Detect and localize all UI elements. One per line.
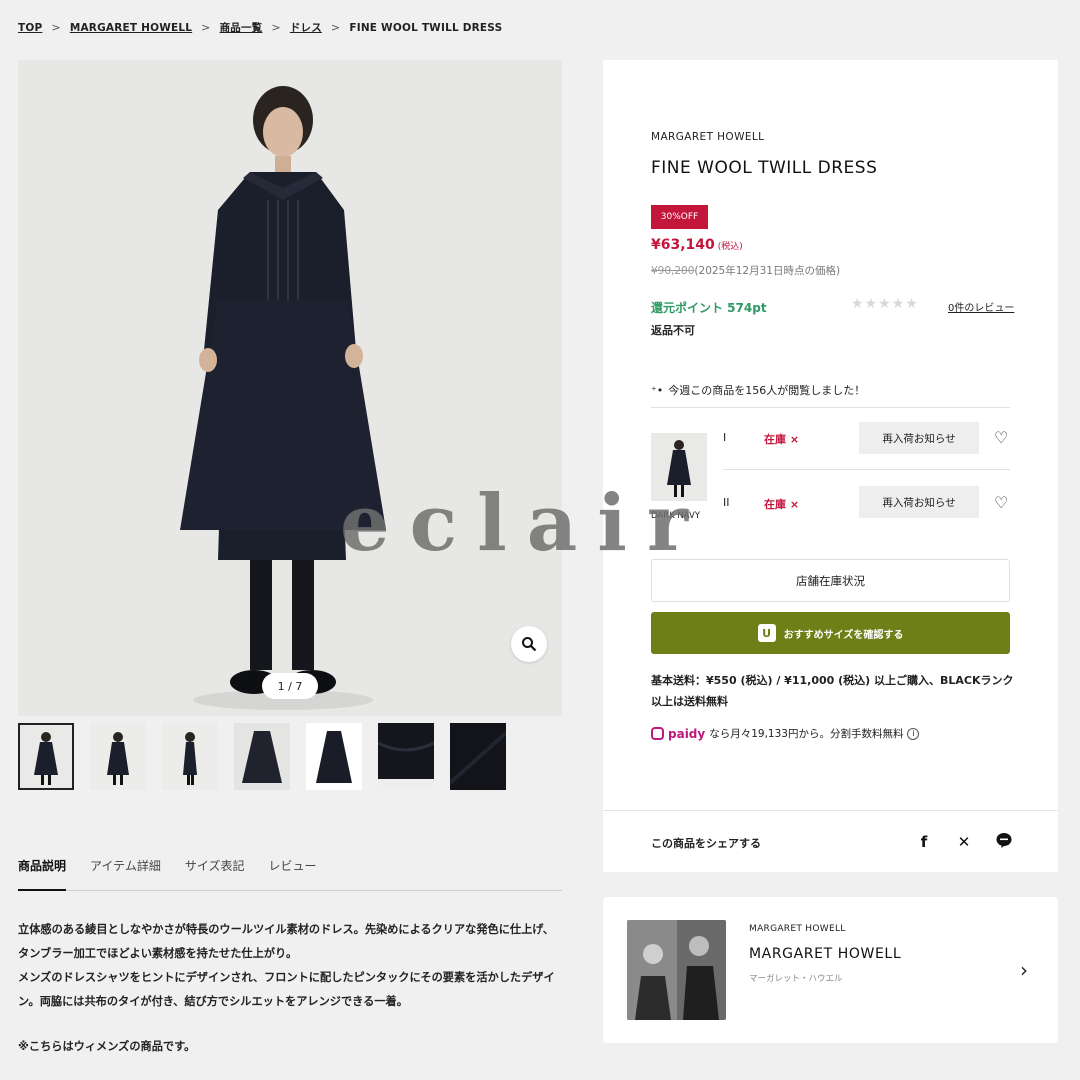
thumbnail-1[interactable] bbox=[18, 723, 74, 790]
main-product-image[interactable] bbox=[18, 60, 562, 716]
original-price: ¥90,200(2025年12月31日時点の価格) bbox=[651, 263, 840, 278]
description-tabs: 商品説明 アイテム詳細 サイズ表記 レビュー bbox=[18, 857, 562, 891]
variant-image bbox=[651, 433, 707, 501]
breadcrumb-separator: > bbox=[271, 21, 281, 34]
size-label-2: II bbox=[723, 496, 730, 509]
weekly-views-text: 今週この商品を156人が閲覧しました！ bbox=[668, 384, 866, 397]
product-description: 立体感のある綾目としなやかさが特長のウールツイル素材のドレス。先染めによるクリア… bbox=[18, 918, 562, 1014]
breadcrumb-category[interactable]: ドレス bbox=[290, 20, 322, 35]
paidy-info: paidy なら月々19,133円から。分割手数料無料 i bbox=[651, 726, 920, 741]
paidy-logo: paidy bbox=[668, 726, 706, 741]
thumbnail-6[interactable] bbox=[378, 723, 434, 790]
thumbnail-image bbox=[234, 723, 290, 790]
breadcrumb-separator: > bbox=[51, 21, 61, 34]
thumbnail-image bbox=[306, 723, 362, 790]
shipping-info: 基本送料：¥550 (税込) / ¥11,000 (税込) 以上ご購入、BLAC… bbox=[651, 674, 1014, 708]
brand-card-label: MARGARET HOWELL bbox=[749, 924, 846, 934]
paidy-text: なら月々19,133円から。分割手数料無料 bbox=[709, 728, 904, 740]
no-return-notice: 返品不可 bbox=[651, 324, 695, 337]
thumbnail-image bbox=[18, 723, 74, 790]
breadcrumb-current: FINE WOOL TWILL DRESS bbox=[349, 21, 503, 34]
size-recommend-label: おすすめサイズを確認する bbox=[783, 629, 904, 641]
brand-photo bbox=[627, 920, 726, 1020]
variant-color-name: DARK NAVY bbox=[651, 511, 701, 521]
breadcrumb-top[interactable]: TOP bbox=[18, 22, 42, 34]
search-icon bbox=[522, 637, 537, 652]
thumbnail-7[interactable] bbox=[450, 723, 506, 790]
weekly-views: ⁺• 今週この商品を156人が閲覧しました！ bbox=[651, 382, 865, 398]
breadcrumb-product-list[interactable]: 商品一覧 bbox=[220, 20, 263, 35]
line-icon-graphic bbox=[996, 833, 1012, 848]
thumbnail-5[interactable] bbox=[306, 723, 362, 790]
tab-description[interactable]: 商品説明 bbox=[18, 857, 67, 891]
reward-points: 還元ポイント 574pt bbox=[651, 301, 767, 315]
share-icons: f ✕ bbox=[915, 832, 1013, 852]
image-counter: 1 / 7 bbox=[262, 673, 318, 699]
share-label: この商品をシェアする bbox=[651, 837, 761, 850]
product-title: FINE WOOL TWILL DRESS bbox=[651, 158, 878, 178]
line-icon[interactable] bbox=[995, 832, 1013, 852]
thumbnail-strip bbox=[18, 723, 506, 790]
facebook-icon[interactable]: f bbox=[915, 833, 933, 851]
size-label-1: I bbox=[723, 431, 727, 444]
chevron-right-icon[interactable]: › bbox=[1020, 958, 1028, 982]
sale-price: ¥63,140 (税込) bbox=[651, 237, 743, 253]
size-guide-icon: U bbox=[757, 624, 776, 642]
sparkle-icon: ⁺• bbox=[651, 384, 664, 397]
size-recommend-button[interactable]: U おすすめサイズを確認する bbox=[651, 612, 1010, 654]
breadcrumb-separator: > bbox=[201, 21, 211, 34]
discount-badge: 30%OFF bbox=[651, 205, 708, 229]
x-icon[interactable]: ✕ bbox=[955, 833, 973, 851]
price-value: ¥63,140 bbox=[651, 237, 715, 253]
heart-icon[interactable]: ♡ bbox=[994, 493, 1008, 512]
stock-status-2: 在庫 × bbox=[764, 498, 800, 511]
thumbnail-2[interactable] bbox=[90, 723, 146, 790]
price-tax-label: (税込) bbox=[717, 242, 743, 252]
original-price-note: (2025年12月31日時点の価格) bbox=[694, 265, 841, 277]
review-count-link[interactable]: 0件のレビュー bbox=[948, 299, 1014, 314]
original-price-value: ¥90,200 bbox=[651, 265, 695, 277]
paidy-logo-icon bbox=[651, 727, 664, 740]
divider bbox=[651, 407, 1010, 408]
brand-name[interactable]: MARGARET HOWELL bbox=[651, 131, 764, 143]
tab-reviews[interactable]: レビュー bbox=[268, 857, 316, 890]
breadcrumb-brand[interactable]: MARGARET HOWELL bbox=[70, 22, 192, 34]
stock-status-1: 在庫 × bbox=[764, 433, 800, 446]
thumbnail-3[interactable] bbox=[162, 723, 218, 790]
thumbnail-4[interactable] bbox=[234, 723, 290, 790]
divider bbox=[723, 469, 1010, 470]
brand-card-kana: マーガレット・ハウエル bbox=[749, 974, 843, 984]
rating-stars: ★★★★★ bbox=[851, 296, 919, 312]
restock-notify-button-2[interactable]: 再入荷お知らせ bbox=[859, 486, 979, 518]
breadcrumb-separator: > bbox=[330, 21, 341, 34]
brand-photo-image bbox=[627, 920, 726, 1020]
info-icon[interactable]: i bbox=[907, 727, 920, 740]
tab-size-info[interactable]: サイズ表記 bbox=[185, 857, 245, 890]
description-paragraph: 立体感のある綾目としなやかさが特長のウールツイル素材のドレス。先染めによるクリア… bbox=[18, 923, 554, 960]
thumbnail-image bbox=[450, 723, 506, 790]
thumbnail-image bbox=[90, 723, 146, 790]
model-illustration bbox=[18, 60, 562, 716]
zoom-button[interactable] bbox=[511, 626, 547, 662]
tab-item-details[interactable]: アイテム詳細 bbox=[90, 857, 161, 890]
heart-icon[interactable]: ♡ bbox=[994, 428, 1008, 447]
restock-notify-button-1[interactable]: 再入荷お知らせ bbox=[859, 422, 979, 454]
womens-note: ※こちらはウィメンズの商品です。 bbox=[18, 1040, 196, 1053]
store-stock-button[interactable]: 店舗在庫状況 bbox=[651, 559, 1010, 602]
breadcrumb: TOP > MARGARET HOWELL > 商品一覧 > ドレス > FIN… bbox=[18, 20, 502, 35]
divider bbox=[603, 810, 1058, 811]
variant-swatch-image[interactable] bbox=[651, 433, 707, 501]
thumbnail-image bbox=[378, 723, 434, 790]
description-paragraph: メンズのドレスシャツをヒントにデザインされ、フロントに配したピンタックにその要素… bbox=[18, 971, 555, 1008]
thumbnail-image bbox=[162, 723, 218, 790]
brand-card-name: MARGARET HOWELL bbox=[749, 946, 902, 962]
